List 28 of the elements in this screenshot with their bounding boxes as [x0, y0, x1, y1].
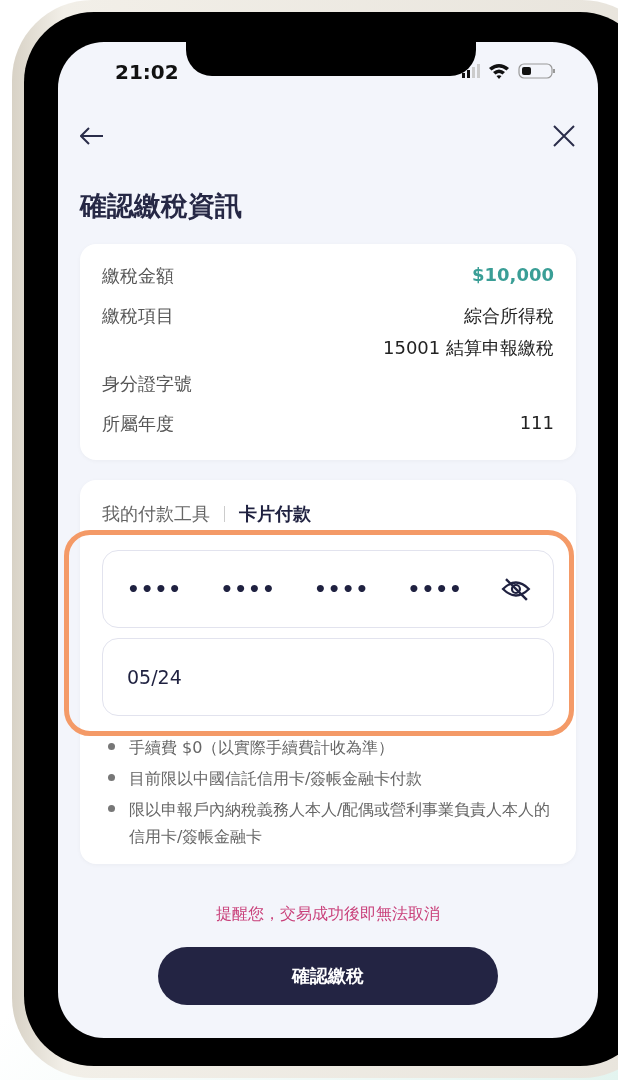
- status-time: 21:02: [115, 60, 179, 84]
- summary-value: 15001 結算申報繳稅: [383, 336, 554, 360]
- bullet-icon: [108, 743, 115, 750]
- card-number-field[interactable]: •••• •••• •••• ••••: [102, 550, 554, 628]
- close-icon[interactable]: [552, 124, 576, 148]
- confirm-button[interactable]: 確認繳稅: [158, 947, 498, 1005]
- bullet-icon: [108, 774, 115, 781]
- eye-slash-icon[interactable]: [501, 577, 531, 601]
- note-text: 手續費 $0（以實際手續費計收為準）: [129, 737, 395, 759]
- bullet-icon: [108, 805, 115, 812]
- back-arrow-icon[interactable]: [80, 127, 104, 145]
- note-text: 目前限以中國信託信用卡/簽帳金融卡付款: [129, 768, 423, 790]
- summary-label: 所屬年度: [102, 412, 174, 436]
- summary-value: $10,000: [472, 264, 554, 285]
- payment-tab[interactable]: 我的付款工具: [102, 502, 210, 526]
- summary-label: 繳稅項目: [102, 304, 174, 328]
- battery-icon: [518, 63, 556, 79]
- summary-label: 繳稅金額: [102, 264, 174, 288]
- note-text: 限以申報戶內納稅義務人本人/配偶或營利事業負責人本人的信用卡/簽帳金融卡: [129, 799, 552, 848]
- payment-tab[interactable]: 卡片付款: [239, 502, 311, 526]
- summary-label: 身分證字號: [102, 372, 192, 396]
- summary-value: 111: [519, 412, 554, 433]
- wifi-icon: [488, 63, 510, 79]
- warning-text: 提醒您，交易成功後即無法取消: [215, 904, 441, 925]
- expiry-field[interactable]: 05/24: [102, 638, 554, 716]
- page-title: 確認繳稅資訊: [80, 189, 243, 223]
- signal-icon: [462, 64, 480, 78]
- summary-value: 綜合所得稅: [464, 304, 554, 328]
